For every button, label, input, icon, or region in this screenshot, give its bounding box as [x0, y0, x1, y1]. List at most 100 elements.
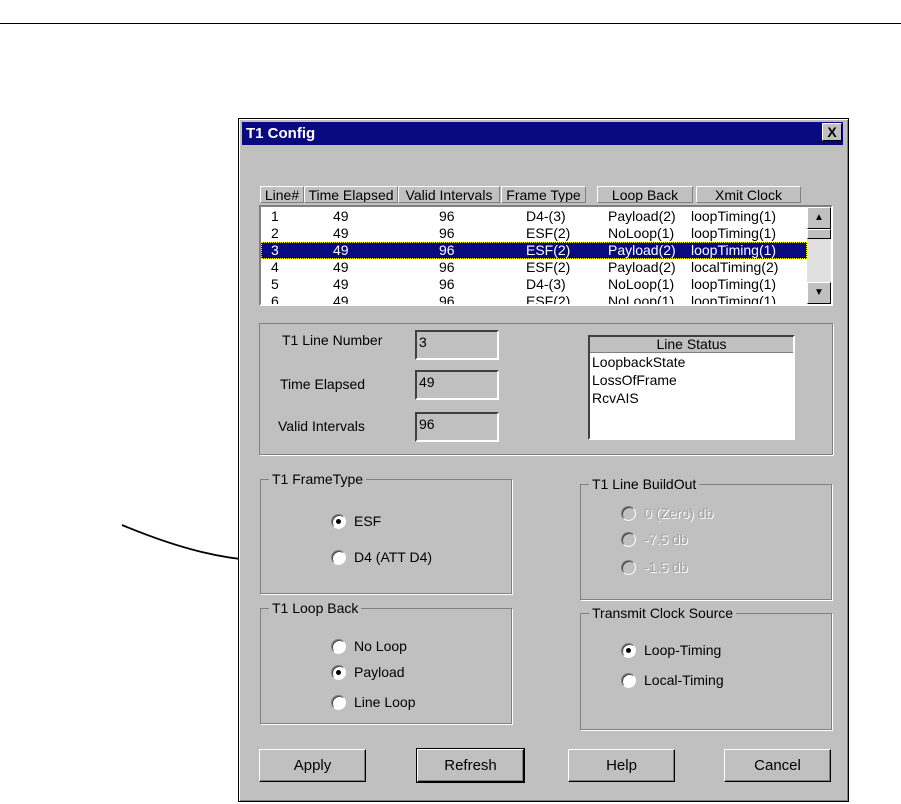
- table-row[interactable]: 6 49 96 ESF(2) NoLoop(1) loopTiming(1): [261, 293, 807, 306]
- cell-line: 3: [271, 242, 279, 258]
- radio-unchecked-icon: [621, 531, 636, 547]
- cell-valid-intervals: 96: [439, 225, 455, 241]
- frame-type-legend: T1 FrameType: [269, 471, 367, 487]
- cell-xmit-clock: loopTiming(1): [691, 242, 777, 258]
- valid-intervals-field[interactable]: 96: [415, 412, 499, 442]
- header-xmit-clock[interactable]: Xmit Clock: [696, 186, 801, 203]
- cell-time-elapsed: 49: [333, 225, 349, 241]
- radio-label: Line Loop: [354, 694, 416, 710]
- cell-time-elapsed: 49: [333, 293, 349, 306]
- radio-line-loop[interactable]: Line Loop: [331, 694, 416, 710]
- radio-checked-icon: [331, 664, 346, 680]
- cell-frame-type: ESF(2): [526, 225, 571, 241]
- header-frame-type[interactable]: Frame Type: [501, 186, 586, 203]
- cell-time-elapsed: 49: [333, 259, 349, 275]
- time-elapsed-label: Time Elapsed: [280, 376, 366, 392]
- cell-line: 2: [271, 225, 279, 241]
- scroll-up-button[interactable]: ▲: [807, 207, 831, 229]
- radio-7-5db[interactable]: -7.5 db: [621, 531, 688, 547]
- cell-line: 4: [271, 259, 279, 275]
- line-status-list[interactable]: Line Status LoopbackState LossOfFrame Rc…: [588, 335, 795, 440]
- radio-loop-timing[interactable]: Loop-Timing: [621, 642, 721, 658]
- buildout-group: T1 Line BuildOut 0 (Zero) db -7.5 db -1.…: [580, 476, 832, 600]
- page-rule: [0, 23, 901, 24]
- frame-type-group: T1 FrameType ESF D4 (ATT D4): [260, 471, 512, 594]
- table-row[interactable]: 4 49 96 ESF(2) Payload(2) localTiming(2): [261, 259, 807, 276]
- apply-button[interactable]: Apply: [259, 749, 366, 782]
- status-item[interactable]: LoopbackState: [590, 353, 793, 371]
- cell-line: 5: [271, 276, 279, 292]
- time-elapsed-field[interactable]: 49: [415, 370, 499, 400]
- radio-checked-icon: [621, 642, 636, 658]
- cell-xmit-clock: loopTiming(1): [691, 225, 777, 241]
- loop-back-legend: T1 Loop Back: [269, 600, 362, 616]
- radio-unchecked-icon: [621, 559, 636, 575]
- radio-d4[interactable]: D4 (ATT D4): [331, 549, 432, 565]
- status-item[interactable]: RcvAIS: [590, 389, 793, 407]
- radio-unchecked-icon: [331, 694, 346, 710]
- header-valid-intervals[interactable]: Valid Intervals: [398, 186, 500, 203]
- table-row[interactable]: 5 49 96 D4-(3) NoLoop(1) loopTiming(1): [261, 276, 807, 293]
- cell-loop-back: NoLoop(1): [608, 276, 675, 292]
- radio-unchecked-icon: [621, 672, 636, 688]
- valid-intervals-label: Valid Intervals: [278, 418, 365, 434]
- scroll-down-button[interactable]: ▼: [807, 282, 831, 304]
- cell-valid-intervals: 96: [439, 208, 455, 224]
- cell-loop-back: NoLoop(1): [608, 225, 675, 241]
- header-line[interactable]: Line#: [260, 186, 304, 203]
- scroll-thumb[interactable]: [807, 229, 831, 239]
- help-button[interactable]: Help: [568, 749, 675, 782]
- line-number-label: T1 Line Number: [282, 332, 383, 348]
- radio-label: ESF: [354, 513, 382, 529]
- refresh-button[interactable]: Refresh: [416, 748, 525, 783]
- header-loop-back[interactable]: Loop Back: [597, 186, 693, 203]
- radio-label: 0 (Zero) db: [644, 505, 714, 521]
- cell-valid-intervals: 96: [439, 242, 455, 258]
- radio-esf[interactable]: ESF: [331, 513, 381, 529]
- radio-1-5db[interactable]: -1.5 db: [621, 559, 688, 575]
- cell-frame-type: ESF(2): [526, 259, 571, 275]
- clock-legend: Transmit Clock Source: [589, 605, 737, 621]
- radio-label: No Loop: [354, 638, 407, 654]
- radio-label: Payload: [354, 664, 405, 680]
- line-number-field[interactable]: 3: [415, 330, 499, 360]
- close-button[interactable]: X: [822, 123, 842, 141]
- table-row[interactable]: 2 49 96 ESF(2) NoLoop(1) loopTiming(1): [261, 225, 807, 242]
- buildout-legend: T1 Line BuildOut: [589, 476, 700, 492]
- radio-local-timing[interactable]: Local-Timing: [621, 672, 724, 688]
- radio-no-loop[interactable]: No Loop: [331, 638, 407, 654]
- radio-0db[interactable]: 0 (Zero) db: [621, 505, 713, 521]
- loop-back-group: T1 Loop Back No Loop Payload Line Loop: [260, 600, 512, 724]
- header-time-elapsed[interactable]: Time Elapsed: [304, 186, 398, 203]
- cell-xmit-clock: loopTiming(1): [691, 293, 777, 306]
- line-list[interactable]: 6 49 96 ESF(2) NoLoop(1) loopTiming(1) 5 49 96 D4…: [259, 205, 833, 306]
- cell-time-elapsed: 49: [333, 208, 349, 224]
- cell-xmit-clock: loopTiming(1): [691, 276, 777, 292]
- cell-xmit-clock: loopTiming(1): [691, 208, 777, 224]
- radio-payload[interactable]: Payload: [331, 664, 405, 680]
- cell-frame-type: ESF(2): [526, 242, 571, 258]
- t1-config-dialog: T1 Config X Line# Time Elapsed Valid Int…: [238, 118, 849, 802]
- radio-unchecked-icon: [331, 638, 346, 654]
- cancel-button[interactable]: Cancel: [724, 749, 831, 782]
- radio-label: Loop-Timing: [644, 642, 722, 658]
- status-item[interactable]: LossOfFrame: [590, 371, 793, 389]
- table-row[interactable]: 3 49 96 ESF(2) Payload(2) loopTiming(1): [261, 242, 807, 259]
- cell-valid-intervals: 96: [439, 293, 455, 306]
- cell-loop-back: NoLoop(1): [608, 293, 675, 306]
- cell-frame-type: D4-(3): [526, 208, 566, 224]
- dialog-title: T1 Config: [246, 125, 316, 142]
- cell-valid-intervals: 96: [439, 259, 455, 275]
- cell-frame-type: ESF(2): [526, 293, 571, 306]
- table-row[interactable]: 1 49 96 D4-(3) Payload(2) loopTiming(1): [261, 208, 807, 225]
- radio-unchecked-icon: [331, 549, 346, 565]
- cell-line: 1: [271, 208, 279, 224]
- scrollbar[interactable]: ▲ ▼: [807, 207, 831, 304]
- cell-loop-back: Payload(2): [608, 242, 676, 258]
- cell-xmit-clock: localTiming(2): [691, 259, 779, 275]
- radio-label: -1.5 db: [644, 559, 688, 575]
- cell-valid-intervals: 96: [439, 276, 455, 292]
- radio-unchecked-icon: [621, 505, 636, 521]
- radio-checked-icon: [331, 513, 346, 529]
- title-bar[interactable]: T1 Config: [242, 122, 843, 145]
